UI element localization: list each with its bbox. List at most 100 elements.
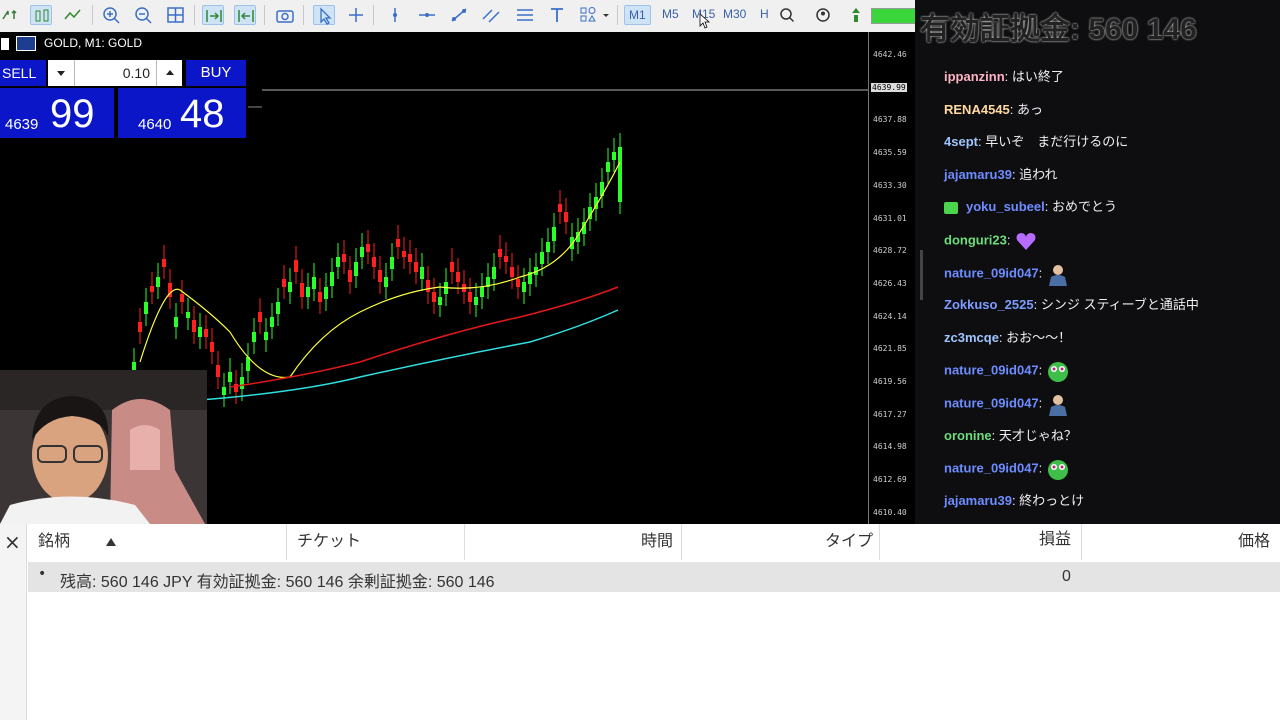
candle-body [132,362,136,370]
candle-body [480,287,484,297]
channel-icon[interactable] [480,5,502,25]
candle-body [198,327,202,337]
candle-body [282,279,286,287]
chart-menu-icon[interactable] [0,36,12,50]
chat-username[interactable]: zc3mcqe [944,330,999,345]
column-price[interactable]: 価格 [1082,524,1280,560]
price-tick-label: 4612.69 [873,475,907,485]
lot-increase-button[interactable] [156,60,183,86]
column-type[interactable]: タイプ [682,524,880,560]
chat-username[interactable]: jajamaru39 [944,167,1012,182]
chat-username[interactable]: yoku_subeel [966,199,1045,214]
buy-button[interactable]: BUY [186,60,246,86]
sell-button[interactable]: SELL [0,60,46,86]
account-icon[interactable] [812,5,834,25]
crosshair-icon[interactable] [345,5,367,25]
candle-body [294,260,298,272]
chat-separator: : [1009,101,1017,117]
subscriber-badge-icon [944,201,958,214]
chat-scrollbar[interactable] [920,250,923,300]
screenshot-icon[interactable] [274,5,296,25]
price-axis: 4642.46 4639.99 4637.88 4635.59 4633.30 4631.… [868,32,916,524]
candle-body [390,257,394,269]
timeframe-m30-button[interactable]: M30 [723,7,746,21]
lot-size-input[interactable]: 0.10 [48,60,182,86]
arrows-icon[interactable] [0,5,22,25]
candle-body [504,256,508,262]
chat-username[interactable]: RENA4545 [944,102,1010,117]
price-tick-label: 4624.14 [873,311,907,321]
column-time[interactable]: 時間 [465,524,682,560]
vertical-line-icon[interactable] [384,5,406,25]
buy-price-button[interactable]: 4640 48 [118,88,246,138]
candle-body [450,262,454,272]
autoscroll-icon[interactable] [202,5,224,25]
shapes-menu-icon[interactable] [578,5,612,25]
candle-body [216,365,220,377]
fibonacci-icon[interactable] [514,5,536,25]
lot-decrease-button[interactable] [48,60,75,86]
column-profit[interactable]: 損益 [880,524,1082,560]
chat-separator: : [1044,199,1052,215]
frog-emote-icon [1046,460,1070,481]
candle-body [468,292,472,302]
chat-message: RENA4545: あっ [944,99,1043,118]
candle-body [240,377,244,389]
trendline-icon[interactable] [448,5,470,25]
candle-body [252,332,256,342]
zoom-out-icon[interactable] [132,5,154,25]
sell-price-button[interactable]: 4639 99 [0,88,114,138]
candle-body [348,270,352,282]
timeframe-m5-button[interactable]: M5 [662,7,679,21]
candles-chart-icon[interactable] [30,5,52,25]
zoom-in-icon[interactable] [100,5,122,25]
line-chart-icon[interactable] [62,5,84,25]
chat-username[interactable]: nature_09id047 [944,395,1039,410]
timeframe-m1-button[interactable]: M1 [624,5,651,25]
chat-message: nature_09id047: [944,359,1070,383]
price-tick-label: 4626.43 [873,278,907,288]
chat-message: 4sept: 早いぞ まだ行けるのに [944,131,1128,150]
chat-separator: : [1004,69,1012,84]
chat-username[interactable]: 4sept [944,134,978,149]
chat-message: Zokkuso_2525: シンジ スティーブと通話中 [944,294,1199,313]
chat-username[interactable]: ippanzinn [944,69,1005,84]
grid-icon[interactable] [165,5,187,25]
candle-body [372,257,376,267]
chat-username[interactable]: jajamaru39 [944,493,1012,508]
chart-shift-icon[interactable] [234,5,256,25]
column-symbol[interactable]: 銘柄 [26,524,287,560]
column-ticket[interactable]: チケット [287,524,465,560]
buy-price-big: 48 [180,92,225,136]
candle-body [156,277,160,287]
toolbar: M1 M5 M15 M30 H [0,0,917,33]
candle-body [144,302,148,314]
candle-body [552,227,556,241]
chat-username[interactable]: donguri23 [944,232,1007,247]
price-tick-label: 4610.40 [873,507,907,517]
terminal-close-button[interactable]: × [4,530,21,554]
candle-body [378,270,382,282]
text-tool-icon[interactable] [546,5,568,25]
price-tick-label: 4619.56 [873,377,907,386]
candle-body [564,212,568,222]
chat-username[interactable]: nature_09id047 [944,461,1039,476]
signal-icon[interactable] [845,5,867,25]
chat-username[interactable]: nature_09id047 [944,363,1039,378]
connection-status-bar [871,8,917,24]
timeframe-h-button[interactable]: H [760,7,769,21]
candle-body [426,280,430,292]
balance-row[interactable]: • 残高: 560 146 JPY 有効証拠金: 560 146 余剰証拠金: … [28,562,1280,592]
candle-body [510,267,514,277]
chat-separator: : [1038,362,1046,378]
chat-username[interactable]: oronine [944,428,992,443]
chat-text: 天才じゃね？ [998,427,1077,443]
chat-username[interactable]: nature_09id047 [944,265,1039,280]
search-icon[interactable] [776,5,798,25]
equity-overlay-text: 有効証拠金: 560 146 [920,13,1197,46]
chat-username[interactable]: Zokkuso_2525 [944,297,1034,312]
candle-body [186,312,190,318]
candle-body [264,332,268,340]
cursor-icon[interactable] [313,5,335,25]
horizontal-line-icon[interactable] [416,5,438,25]
